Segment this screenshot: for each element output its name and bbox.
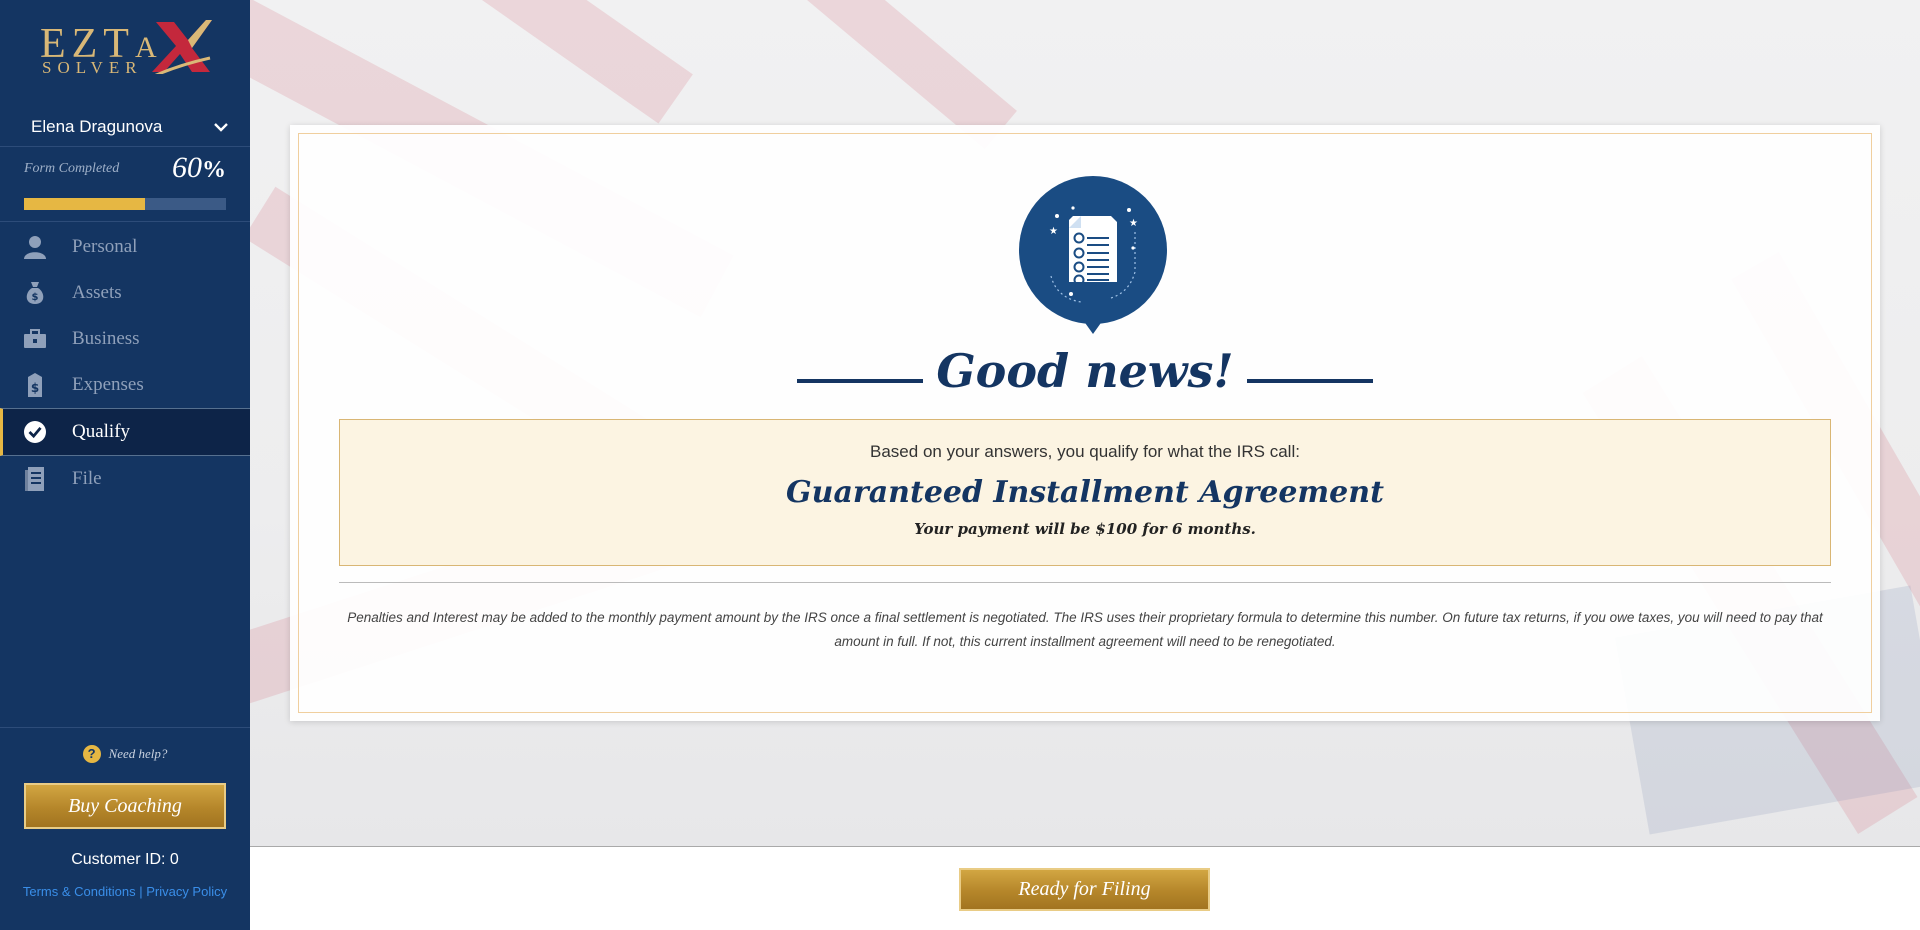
sidebar-item-file[interactable]: File xyxy=(0,456,250,502)
user-name: Elena Dragunova xyxy=(31,117,163,136)
heading-rule-right xyxy=(1247,379,1373,383)
progress-percent: 60% xyxy=(172,151,226,184)
sidebar-item-label: Qualify xyxy=(72,421,131,442)
buy-coaching-button[interactable]: Buy Coaching xyxy=(24,783,226,829)
qualification-box: Based on your answers, you qualify for w… xyxy=(339,419,1831,566)
legal-links: Terms & Conditions | Privacy Policy xyxy=(22,884,228,899)
logo-x-mark xyxy=(152,20,212,74)
ez-tax-solver-logo[interactable]: EZTA SOLVER xyxy=(30,18,220,88)
sidebar-item-qualify[interactable]: Qualify xyxy=(0,408,250,456)
money-bag-icon: $ xyxy=(24,281,46,305)
footer-bar: Ready for Filing xyxy=(250,846,1920,930)
svg-text:$: $ xyxy=(31,381,39,395)
question-icon: ? xyxy=(82,745,101,763)
sidebar-footer: ? Need help? Buy Coaching Customer ID: 0 … xyxy=(0,727,250,899)
need-help-link[interactable]: ? Need help? xyxy=(0,745,250,763)
chevron-down-icon xyxy=(214,123,228,132)
disclaimer-text: Penalties and Interest may be added to t… xyxy=(347,610,1823,649)
sidebar-item-label: Assets xyxy=(72,282,122,303)
progress-bar xyxy=(24,198,226,210)
logo-text-solver: SOLVER xyxy=(42,58,143,77)
sidebar-item-label: Personal xyxy=(72,236,138,257)
progress-bar-fill xyxy=(24,198,146,210)
result-card: ★ ★ Good news! Based on your answers, yo… xyxy=(290,125,1880,721)
briefcase-icon xyxy=(24,327,46,351)
divider xyxy=(339,582,1831,583)
qualification-plan: Guaranteed Installment Agreement xyxy=(786,475,1384,510)
svg-text:$: $ xyxy=(32,292,39,303)
svg-text:★: ★ xyxy=(1049,226,1058,237)
user-menu[interactable]: Elena Dragunova xyxy=(0,112,250,142)
qualification-intro: Based on your answers, you qualify for w… xyxy=(870,442,1300,461)
sidebar-item-personal[interactable]: Personal xyxy=(0,224,250,270)
document-icon xyxy=(24,467,46,491)
customer-id: Customer ID: 0 xyxy=(71,851,179,868)
sidebar-item-label: Business xyxy=(72,328,140,349)
good-news-heading: Good news! xyxy=(936,344,1234,398)
payment-summary: Your payment will be $100 for 6 months. xyxy=(914,520,1256,538)
sidebar-item-expenses[interactable]: $ Expenses xyxy=(0,362,250,408)
ready-for-filing-button[interactable]: Ready for Filing xyxy=(959,868,1210,911)
check-circle-icon xyxy=(24,420,46,444)
sidebar-item-label: File xyxy=(72,468,102,489)
person-icon xyxy=(24,235,46,259)
terms-link[interactable]: Terms & Conditions xyxy=(23,884,136,899)
sidebar-item-label: Expenses xyxy=(72,374,144,395)
form-completed-label: Form Completed xyxy=(24,161,120,176)
sidebar-item-business[interactable]: Business xyxy=(0,316,250,362)
sidebar: EZTA SOLVER Elena Dragunova Form Complet… xyxy=(0,0,250,930)
checklist-document-icon: ★ ★ xyxy=(1019,176,1167,334)
receipt-icon: $ xyxy=(24,373,46,397)
sidebar-nav: Personal $ Assets Business $ Expenses Qu… xyxy=(0,224,250,502)
form-progress: Form Completed 60% xyxy=(0,146,250,222)
svg-text:★: ★ xyxy=(1129,218,1138,229)
privacy-link[interactable]: Privacy Policy xyxy=(146,884,227,899)
sidebar-item-assets[interactable]: $ Assets xyxy=(0,270,250,316)
main-content: ★ ★ Good news! Based on your answers, yo… xyxy=(250,0,1920,846)
